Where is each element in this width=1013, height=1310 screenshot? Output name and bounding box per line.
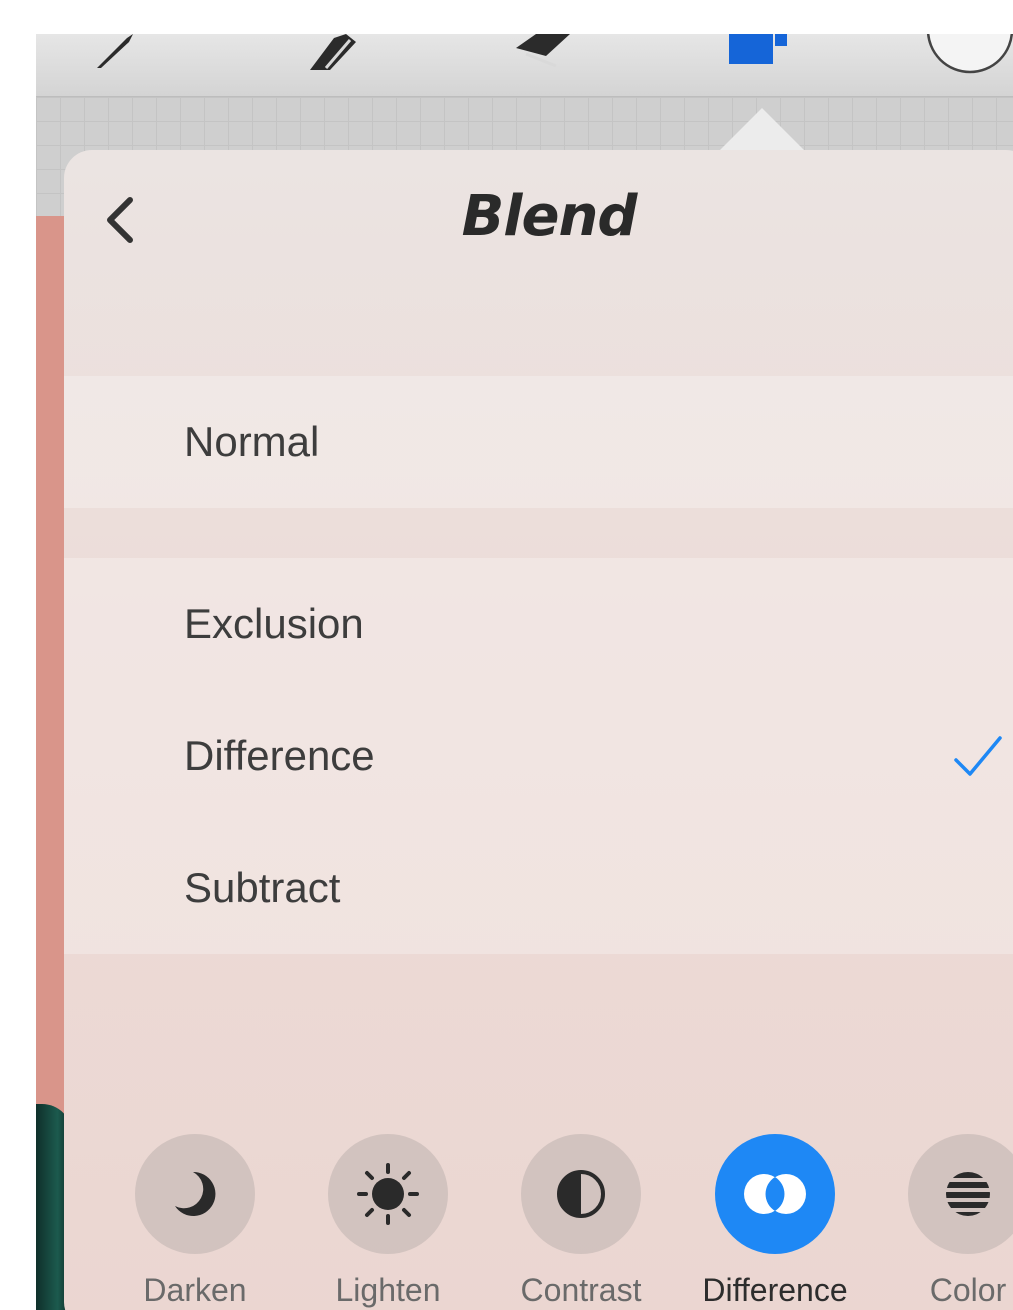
- layers-icon: [729, 34, 787, 64]
- checkmark-icon: [954, 736, 1002, 776]
- sun-icon: [357, 1163, 419, 1225]
- striped-circle-icon: [946, 1172, 990, 1216]
- category-label: Contrast: [520, 1272, 642, 1308]
- blend-mode-popover: Blend Normal Exclusion Difference Subtra…: [64, 150, 1013, 1310]
- mode-label: Exclusion: [184, 600, 364, 647]
- mode-label: Normal: [184, 418, 320, 465]
- category-label: Difference: [702, 1272, 848, 1308]
- mode-group-difference: Exclusion Difference Subtract: [64, 558, 1013, 954]
- eraser-tool[interactable]: [486, 34, 596, 74]
- category-label: Lighten: [335, 1272, 441, 1308]
- popover-header: Blend: [64, 150, 1013, 340]
- mode-exclusion[interactable]: Exclusion: [64, 558, 1013, 690]
- overlap-circles-icon: [744, 1174, 806, 1214]
- category-difference-circle: [715, 1134, 835, 1254]
- layers-tool[interactable]: [712, 34, 802, 74]
- mode-normal[interactable]: Normal: [64, 376, 1013, 508]
- category-label: Color: [929, 1272, 1007, 1308]
- mode-group-normal: Normal: [64, 376, 1013, 508]
- moon-icon: [175, 1171, 216, 1216]
- paint-brush-icon: [97, 34, 133, 68]
- paint-brush-tool[interactable]: [72, 34, 162, 74]
- category-darken-circle: [135, 1134, 255, 1254]
- category-color[interactable]: Color: [893, 1134, 1013, 1309]
- popover-arrow: [720, 108, 804, 150]
- top-toolbar: [36, 34, 1013, 97]
- smudge-tool[interactable]: [276, 34, 386, 74]
- category-contrast-circle: [521, 1134, 641, 1254]
- category-darken[interactable]: Darken: [120, 1134, 270, 1309]
- mode-label: Difference: [184, 732, 375, 779]
- category-lighten-circle: [328, 1134, 448, 1254]
- eraser-icon: [516, 34, 570, 68]
- popover-title: Blend: [461, 184, 638, 249]
- category-lighten[interactable]: Lighten: [313, 1134, 463, 1309]
- mode-difference[interactable]: Difference: [64, 690, 1013, 822]
- category-label: Darken: [143, 1272, 247, 1308]
- half-circle-icon: [557, 1170, 605, 1218]
- app-screen: Blend Normal Exclusion Difference Subtra…: [36, 34, 1013, 1310]
- category-color-circle: [908, 1134, 1013, 1254]
- blend-category-bar: Darken Lighten Contrast Difference Color: [64, 1134, 1013, 1310]
- color-picker-tool[interactable]: [916, 34, 1013, 74]
- category-contrast[interactable]: Contrast: [506, 1134, 656, 1309]
- category-difference[interactable]: Difference: [700, 1134, 850, 1309]
- color-swatch-icon: [926, 34, 1013, 74]
- mode-subtract[interactable]: Subtract: [64, 822, 1013, 954]
- smudge-icon: [310, 34, 356, 70]
- mode-label: Subtract: [184, 864, 341, 911]
